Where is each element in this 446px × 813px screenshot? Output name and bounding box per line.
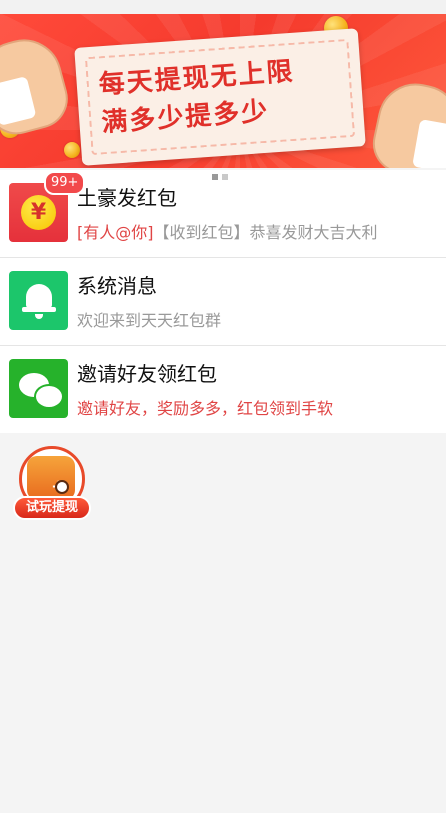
game-controller-icon: + xyxy=(27,456,75,500)
promo-banner[interactable]: 每天提现无上限 满多少提多少 xyxy=(0,14,446,168)
list-item-subtitle: 邀请好友，奖励多多，红包领到手软 xyxy=(77,399,334,418)
pagination-dot[interactable] xyxy=(222,174,228,180)
list-item-tuhao-red-packet[interactable]: ¥ 99+ 土豪发红包 [有人@你]【收到红包】恭喜发财大吉大利 xyxy=(0,170,446,258)
list-item-subtitle: 欢迎来到天天红包群 xyxy=(77,311,222,330)
list-item-title: 土豪发红包 xyxy=(77,186,177,210)
bell-icon xyxy=(9,271,68,330)
message-list: ¥ 99+ 土豪发红包 [有人@你]【收到红包】恭喜发财大吉大利 系统消息 欢迎… xyxy=(0,170,446,433)
list-item-subtitle: [有人@你]【收到红包】恭喜发财大吉大利 xyxy=(77,219,378,243)
yen-coin-icon: ¥ xyxy=(21,195,56,230)
list-item-system-message[interactable]: 系统消息 欢迎来到天天红包群 xyxy=(0,258,446,346)
coin-icon xyxy=(64,142,80,158)
list-item-invite-friends[interactable]: 邀请好友领红包 邀请好友，奖励多多，红包领到手软 xyxy=(0,346,446,433)
wechat-icon xyxy=(9,359,68,418)
list-item-title: 邀请好友领红包 xyxy=(77,362,217,386)
status-bar xyxy=(0,0,446,15)
subtitle-rest: 【收到红包】恭喜发财大吉大利 xyxy=(153,223,378,242)
banner-pagination xyxy=(212,174,228,180)
list-item-title: 系统消息 xyxy=(77,274,157,298)
pagination-dot-active[interactable] xyxy=(212,174,218,180)
promo-ticket: 每天提现无上限 满多少提多少 xyxy=(74,28,366,166)
mention-tag: [有人@你] xyxy=(77,223,154,242)
try-play-withdraw-button[interactable]: + 试玩提现 xyxy=(13,446,91,524)
game-button-label: 试玩提现 xyxy=(13,496,91,520)
